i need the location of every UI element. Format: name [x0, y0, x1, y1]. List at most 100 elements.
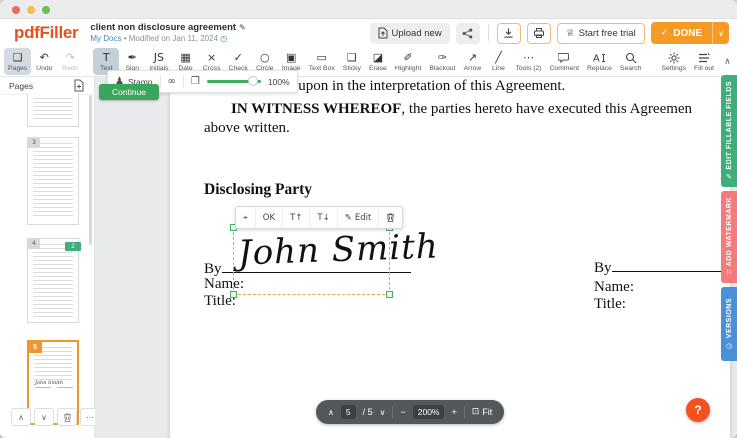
done-button[interactable]: ✓DONE — [651, 22, 712, 44]
signature-toolbar: ⌖ OK T↑ T↓ ✎Edit — [235, 206, 403, 229]
versions-tab[interactable]: VERSIONS ◷ — [721, 287, 737, 361]
ok-button[interactable]: OK — [256, 207, 283, 228]
print-icon — [533, 27, 545, 39]
toolbar-item-label: Line — [492, 65, 505, 72]
history-clock-icon: ◷ — [220, 34, 227, 43]
toolbar-item-icon: ╱ — [495, 52, 502, 64]
toolbar-item[interactable]: ↷ Redo — [57, 48, 83, 75]
done-dropdown-button[interactable]: ∨ — [712, 22, 729, 44]
zoom-in-button[interactable]: + — [451, 407, 456, 417]
versions-clock-icon: ◷ — [726, 342, 732, 350]
toolbar-item-icon: ◪ — [373, 52, 383, 64]
toolbar-item[interactable]: ▭ Text Box — [305, 48, 339, 75]
current-page-input[interactable]: 5 — [341, 405, 356, 419]
fit-button[interactable]: ⊡Fit — [472, 407, 493, 417]
move-page-down-button[interactable]: ∨ — [34, 408, 54, 426]
delete-signature-button[interactable] — [379, 207, 402, 228]
download-button[interactable] — [497, 23, 521, 44]
add-page-icon[interactable] — [74, 79, 85, 92]
edit-fillable-fields-tab[interactable]: EDIT FILLABLE FIELDS ✎ — [721, 75, 737, 187]
continue-button[interactable]: Continue — [99, 84, 159, 100]
toolbar-item-icon: ↶ — [40, 52, 49, 64]
copy-pages-icon[interactable]: ❐ — [191, 76, 200, 87]
share-button[interactable] — [456, 23, 480, 44]
my-docs-link[interactable]: My Docs — [90, 34, 121, 43]
font-increase-button[interactable]: T↑ — [283, 207, 310, 228]
crown-icon: ♕ — [566, 28, 575, 39]
help-button[interactable]: ? — [686, 398, 710, 422]
page-thumbnail-3[interactable]: 3 — [27, 137, 79, 225]
toolbar-left-group: ❑ Pages ↶ Undo ↷ Redo — [4, 48, 83, 75]
move-page-up-button[interactable]: ∧ — [11, 408, 31, 426]
toolbar-item[interactable]: ✐ Highlight — [391, 48, 425, 75]
settings-tool[interactable]: Settings — [657, 48, 690, 75]
toolbar-item-icon: ✐ — [404, 52, 413, 64]
replace-tool[interactable]: A Replace — [583, 48, 616, 75]
toolbar-item[interactable]: ✑ Blackout — [425, 48, 459, 75]
resize-handle[interactable] — [230, 291, 237, 298]
next-page-button[interactable]: ∨ — [380, 408, 386, 417]
svg-text:A: A — [593, 53, 600, 64]
zoom-level: 200% — [413, 405, 445, 419]
toolbar-item[interactable]: ◪ Erase — [365, 48, 391, 75]
sidebar-scrollbar[interactable] — [89, 95, 92, 245]
pdffiller-app: pdfFiller client non disclosure agreemen… — [0, 0, 737, 438]
print-button[interactable] — [527, 23, 551, 44]
delete-page-button[interactable] — [57, 408, 77, 426]
page-thumbnail-2[interactable] — [27, 93, 79, 127]
loop-icon[interactable]: ∞ — [168, 76, 176, 87]
zoom-slider[interactable] — [207, 80, 261, 83]
toolbar-item-label: Pages — [8, 65, 27, 72]
pdffiller-logo[interactable]: pdfFiller — [14, 23, 78, 43]
signature-line-right[interactable] — [612, 257, 724, 272]
toolbar-item-icon: ✓ — [234, 52, 243, 64]
edit-signature-button[interactable]: ✎Edit — [338, 207, 380, 228]
toolbar-item[interactable]: ╱ Line — [485, 48, 511, 75]
toolbar-item[interactable]: ↶ Undo — [31, 48, 57, 75]
toolbar-item-label: Erase — [369, 65, 387, 72]
signature-selection-box[interactable] — [233, 227, 390, 295]
document-title-block: client non disclosure agreement✎ My Docs… — [90, 22, 245, 44]
fields-pen-icon: ✎ — [726, 173, 732, 181]
page-number-badge: 4 — [28, 239, 40, 249]
toolbar-item-icon: × — [207, 52, 216, 64]
collapse-toolbar-button[interactable]: ∧ — [718, 57, 737, 67]
toolbar-item-label: Undo — [36, 65, 52, 72]
toolbar-item-icon: ↗ — [468, 52, 477, 64]
toolbar-item[interactable]: ⋯ Tools (2) — [511, 48, 545, 75]
zoom-slider-handle[interactable] — [248, 76, 258, 86]
breadcrumb: My Docs • Modified on Jan 11, 2024 ◷ — [90, 34, 245, 44]
check-icon: ✓ — [661, 28, 669, 38]
doc-title-line-right: Title: — [594, 296, 626, 313]
toolbar-item[interactable]: ❑ Pages — [4, 48, 31, 75]
fillable-fields-count-tag: 2 — [65, 242, 81, 251]
add-watermark-tab[interactable]: ADD WATERMARK ⚐ — [721, 191, 737, 283]
minimize-window-button[interactable] — [27, 6, 35, 14]
resize-handle[interactable] — [386, 291, 393, 298]
close-window-button[interactable] — [12, 6, 20, 14]
toolbar-item[interactable]: ↗ Arrow — [459, 48, 485, 75]
fill-out-tool[interactable]: Fill out — [690, 48, 718, 75]
page-thumbnail-4[interactable]: 4 2 — [27, 238, 79, 323]
font-decrease-button[interactable]: T↓ — [310, 207, 337, 228]
doc-heading-disclosing-party: Disclosing Party — [204, 181, 312, 199]
done-button-group: ✓DONE ∨ — [651, 22, 729, 44]
header-actions: Upload new ♕ Start free trial ✓DONE ∨ — [370, 22, 729, 44]
search-tool[interactable]: Search — [616, 48, 646, 75]
zoom-value: 100% — [268, 77, 290, 87]
maximize-window-button[interactable] — [42, 6, 50, 14]
toolbar-item-icon: ▦ — [180, 52, 190, 64]
pages-sidebar: Pages 3 4 2 John Smith 5 ∧ ∨ ⋯ — [0, 77, 95, 438]
upload-new-button[interactable]: Upload new — [370, 23, 450, 44]
start-free-trial-button[interactable]: ♕ Start free trial — [557, 23, 645, 44]
edit-title-icon[interactable]: ✎ — [239, 23, 246, 32]
toolbar-item-icon: ○ — [260, 52, 270, 64]
previous-page-button[interactable]: ∧ — [328, 408, 334, 417]
zoom-out-button[interactable]: − — [400, 407, 405, 417]
doc-line-witness: IN WITNESS WHEREOF, the parties hereto h… — [231, 101, 692, 118]
toolbar-item-icon: JS — [154, 52, 164, 64]
toolbar-item[interactable]: ❏ Sticky — [339, 48, 365, 75]
app-header: pdfFiller client non disclosure agreemen… — [0, 19, 737, 47]
comment-tool[interactable]: Comment — [546, 48, 583, 75]
move-tool-button[interactable]: ⌖ — [236, 207, 256, 228]
